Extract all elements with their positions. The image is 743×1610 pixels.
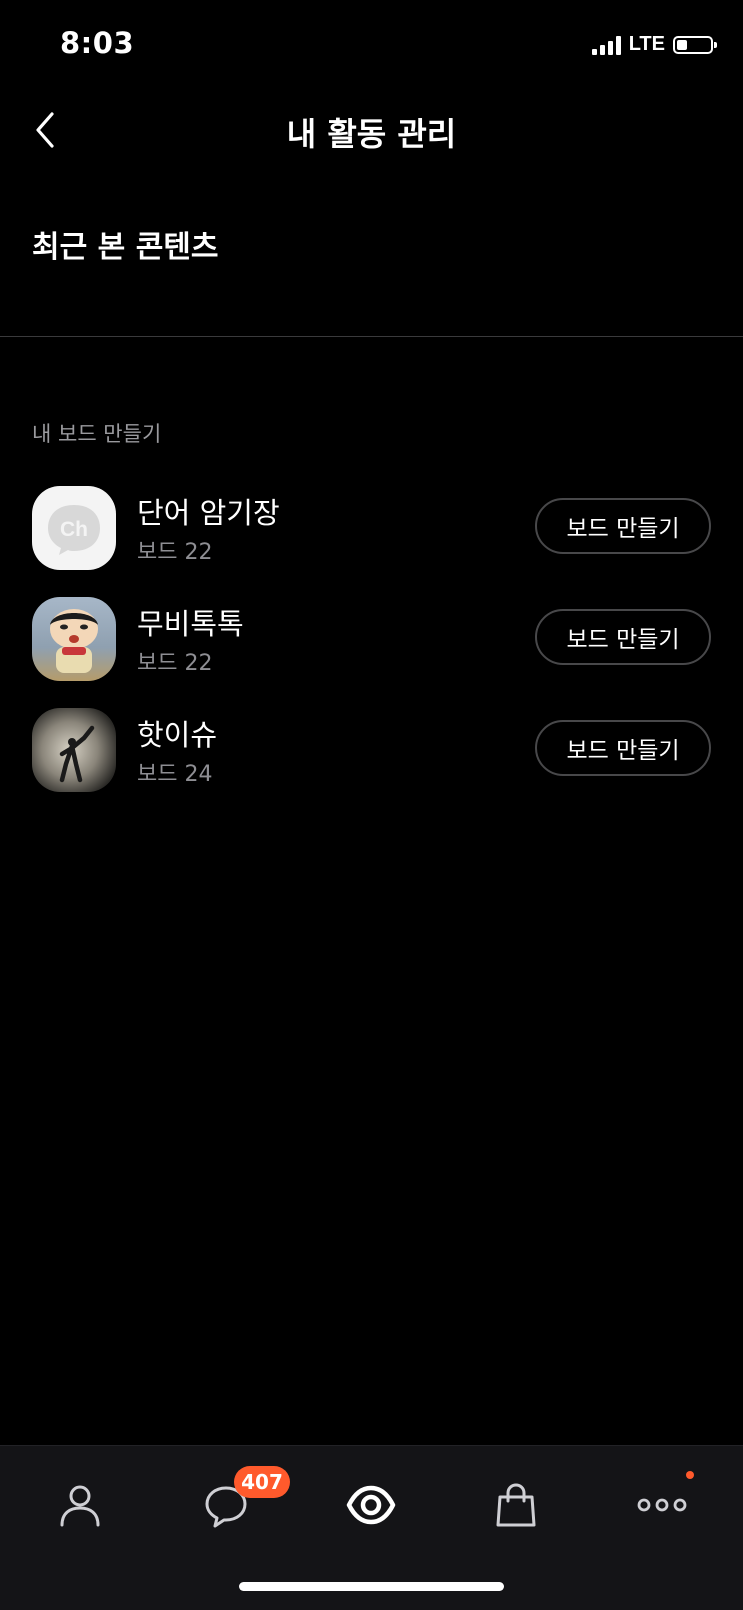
tab-view[interactable] xyxy=(336,1474,406,1536)
board-name: 무비톡톡 xyxy=(137,607,244,641)
section-label: 내 보드 만들기 xyxy=(32,422,162,446)
silhouette-avatar-icon xyxy=(59,725,95,783)
tab-friends[interactable] xyxy=(45,1474,115,1536)
character-avatar-icon xyxy=(50,609,98,673)
signal-icon xyxy=(591,35,621,55)
board-avatar xyxy=(32,597,116,681)
page-title: 내 활동 관리 xyxy=(286,115,457,153)
recent-content-link[interactable]: 최근 본 콘텐츠 xyxy=(32,222,219,266)
shopping-bag-icon xyxy=(496,1483,536,1527)
home-indicator[interactable] xyxy=(239,1582,504,1591)
more-icon xyxy=(637,1498,687,1512)
board-count: 보드 24 xyxy=(137,762,213,787)
network-type: LTE xyxy=(628,33,665,55)
battery-icon xyxy=(673,35,717,54)
make-board-button[interactable]: 보드 만들기 xyxy=(535,720,711,776)
divider xyxy=(0,336,743,337)
channel-logo-icon: Ch xyxy=(48,505,100,555)
board-item: 무비톡톡 보드 22 보드 만들기 xyxy=(0,595,743,685)
board-avatar: Ch xyxy=(32,486,116,570)
board-avatar xyxy=(32,708,116,792)
avatar-text: Ch xyxy=(60,518,88,541)
tab-more[interactable] xyxy=(627,1474,697,1536)
make-board-button[interactable]: 보드 만들기 xyxy=(535,609,711,665)
board-count: 보드 22 xyxy=(137,540,213,565)
board-count: 보드 22 xyxy=(137,651,213,676)
chat-badge: 407 xyxy=(234,1466,290,1498)
board-name: 단어 암기장 xyxy=(137,496,280,530)
board-item: Ch 단어 암기장 보드 22 보드 만들기 xyxy=(0,484,743,574)
notification-dot xyxy=(686,1471,694,1479)
make-board-button[interactable]: 보드 만들기 xyxy=(535,498,711,554)
view-icon xyxy=(346,1485,396,1525)
person-icon xyxy=(60,1485,100,1527)
header: 내 활동 관리 xyxy=(0,95,743,165)
board-item: 핫이슈 보드 24 보드 만들기 xyxy=(0,706,743,796)
board-name: 핫이슈 xyxy=(137,718,218,752)
status-time: 8:03 xyxy=(60,26,135,60)
status-bar: 8:03 LTE xyxy=(0,0,743,90)
status-indicators: LTE xyxy=(591,33,717,56)
tab-shopping[interactable] xyxy=(481,1474,551,1536)
